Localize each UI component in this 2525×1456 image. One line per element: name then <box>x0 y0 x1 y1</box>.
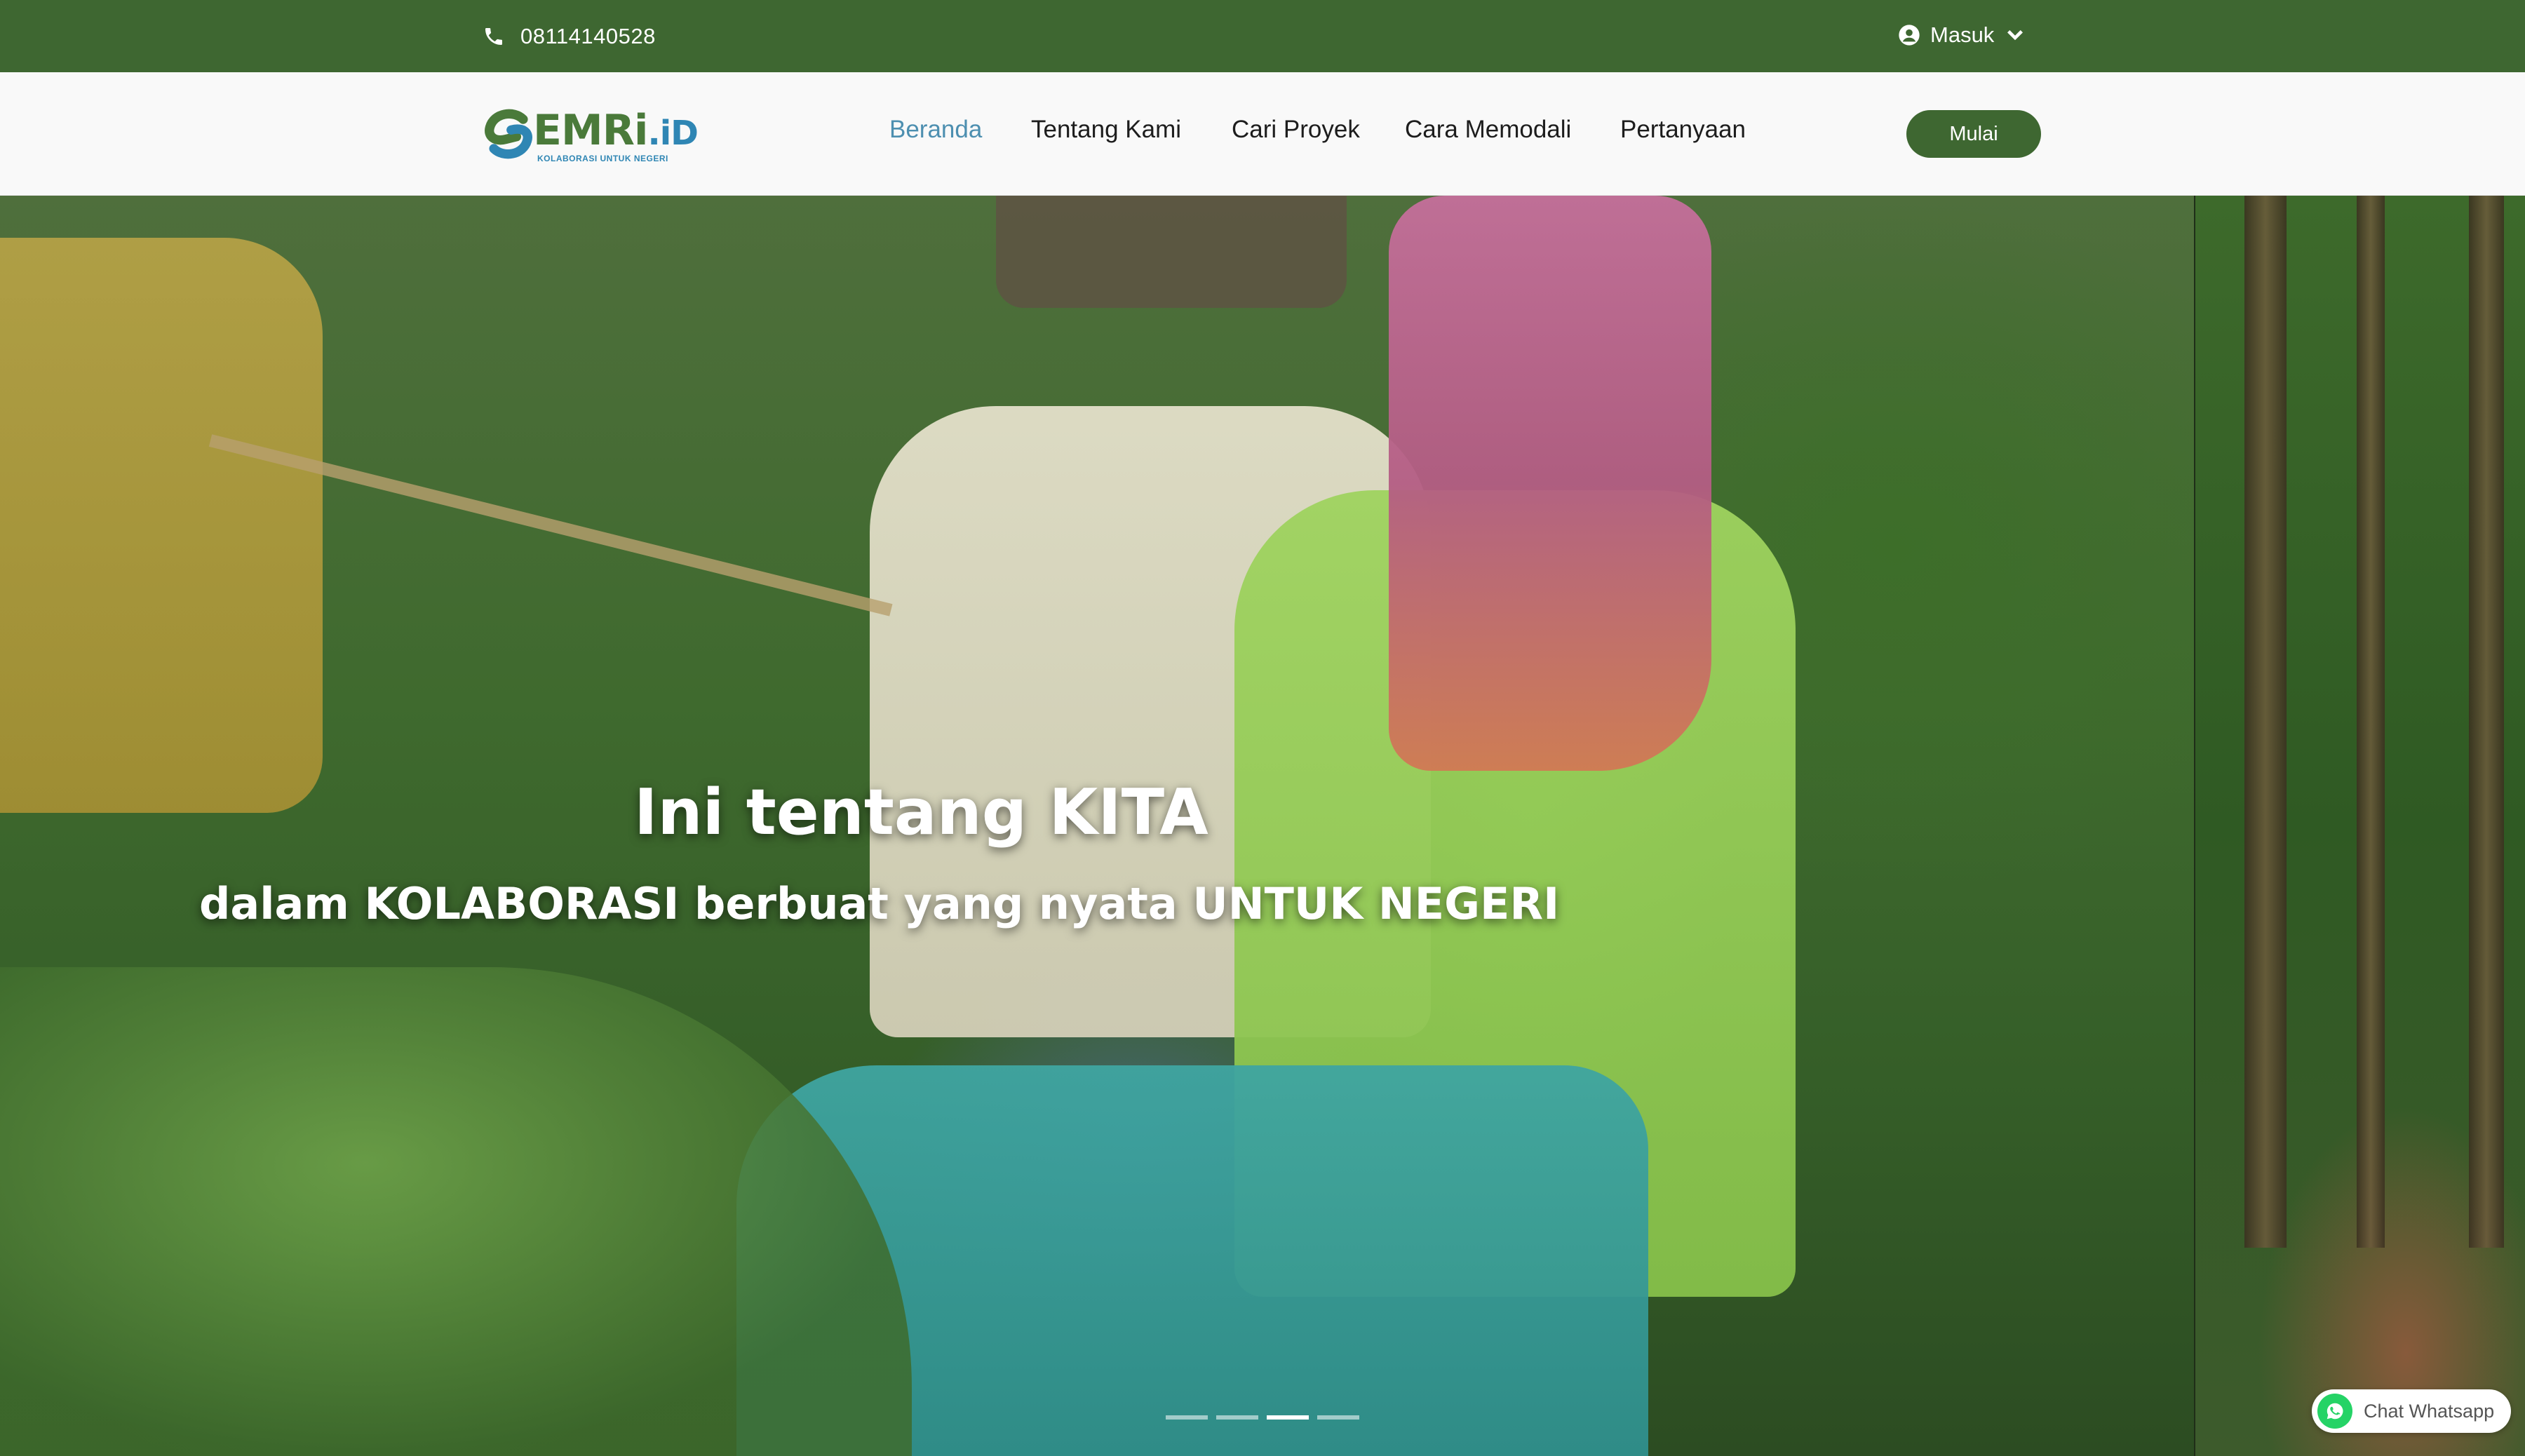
hero-subtitle: dalam KOLABORASI berbuat yang nyata UNTU… <box>199 878 1560 929</box>
whatsapp-label: Chat Whatsapp <box>2364 1400 2495 1422</box>
user-circle-icon <box>1899 25 1920 46</box>
hero-photo-tree-trunk <box>2357 196 2385 1248</box>
hero-title: Ini tentang KITA <box>634 776 1208 849</box>
phone-number: 08114140528 <box>520 24 656 48</box>
hero-slide-next-preview <box>2194 196 2525 1456</box>
nav-item-cari-proyek[interactable]: Cari Proyek <box>1232 116 1360 144</box>
nav-item-tentang-kami[interactable]: Tentang Kami <box>1031 116 1181 144</box>
hero-photo-rider-left <box>0 238 323 813</box>
phone-contact[interactable]: 08114140528 <box>483 21 656 52</box>
whatsapp-icon <box>2317 1394 2352 1429</box>
login-label: Masuk <box>1930 22 1995 47</box>
carousel-dot-active[interactable] <box>1267 1415 1309 1420</box>
hero-carousel: Ini tentang KITA dalam KOLABORASI berbua… <box>0 196 2525 1456</box>
top-bar: 08114140528 Masuk <box>0 0 2525 72</box>
logo-mark-icon <box>485 109 532 159</box>
hero-photo-tree-trunk <box>2469 196 2504 1248</box>
site-logo[interactable]: EMRi.iD KOLABORASI UNTUK NEGERI <box>481 105 706 168</box>
carousel-dot[interactable] <box>1317 1415 1359 1420</box>
nav-item-cara-memodali[interactable]: Cara Memodali <box>1405 116 1571 144</box>
logo-tagline: KOLABORASI UNTUK NEGERI <box>537 154 668 163</box>
hero-photo-tree-trunk <box>2244 196 2287 1248</box>
whatsapp-chat-button[interactable]: Chat Whatsapp <box>2312 1389 2511 1433</box>
login-button[interactable]: Masuk <box>1898 20 2026 50</box>
carousel-dot[interactable] <box>1216 1415 1258 1420</box>
main-navbar: EMRi.iD KOLABORASI UNTUK NEGERI Beranda … <box>0 72 2525 196</box>
nav-item-beranda[interactable]: Beranda <box>889 116 982 144</box>
nav-item-pertanyaan[interactable]: Pertanyaan <box>1620 116 1746 144</box>
carousel-indicators <box>1166 1415 1359 1420</box>
phone-icon <box>485 28 502 45</box>
hero-photo-person-hat <box>996 196 1347 308</box>
hero-photo-leaves <box>0 967 912 1456</box>
carousel-dot[interactable] <box>1166 1415 1208 1420</box>
logo-wordmark: EMRi.iD <box>533 106 699 155</box>
start-button[interactable]: Mulai <box>1906 110 2041 158</box>
hero-photo-headscarf <box>1389 196 1711 771</box>
chevron-down-icon <box>2007 30 2024 41</box>
